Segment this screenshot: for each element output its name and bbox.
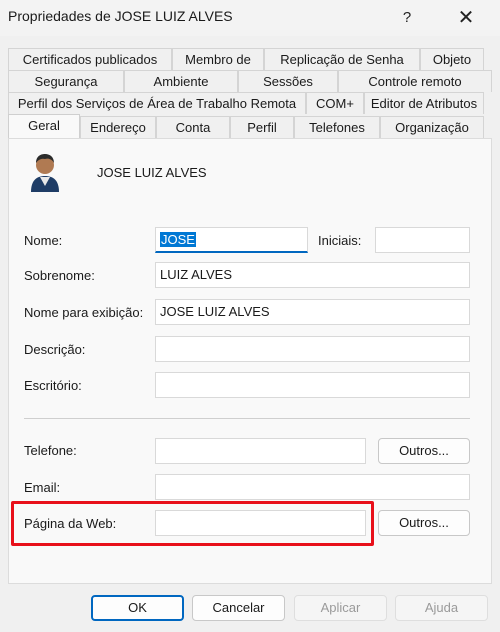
close-icon[interactable]: ✕ xyxy=(443,0,489,36)
tab-perfil[interactable]: Perfil xyxy=(230,116,294,138)
tab-objeto[interactable]: Objeto xyxy=(420,48,484,70)
ok-button[interactable]: OK xyxy=(91,595,184,621)
window-title: Propriedades de JOSE LUIZ ALVES xyxy=(8,8,233,24)
last-name-label: Sobrenome: xyxy=(24,268,95,283)
first-name-selected-text: JOSE xyxy=(160,232,196,247)
tab-endereco[interactable]: Endereço xyxy=(80,116,156,138)
web-page-other-button[interactable]: Outros... xyxy=(378,510,470,536)
tab-perfil-servicos-area-trabalho-remota[interactable]: Perfil dos Serviços de Área de Trabalho … xyxy=(8,92,306,114)
apply-button[interactable]: Aplicar xyxy=(294,595,387,621)
help-icon[interactable]: ? xyxy=(384,0,430,36)
tab-telefones[interactable]: Telefones xyxy=(294,116,380,138)
tab-com-plus[interactable]: COM+ xyxy=(306,92,364,114)
first-name-label: Nome: xyxy=(24,233,63,248)
office-label: Escritório: xyxy=(24,378,82,393)
cancel-button[interactable]: Cancelar xyxy=(192,595,285,621)
tab-ambiente[interactable]: Ambiente xyxy=(124,70,238,92)
phone-input[interactable] xyxy=(155,438,366,464)
title-bar: Propriedades de JOSE LUIZ ALVES ? ✕ xyxy=(0,0,500,36)
section-separator xyxy=(24,418,470,419)
web-page-highlight-box xyxy=(11,501,374,546)
initials-input[interactable] xyxy=(375,227,470,253)
tab-certificados-publicados[interactable]: Certificados publicados xyxy=(8,48,172,70)
tab-sessoes[interactable]: Sessões xyxy=(238,70,338,92)
last-name-input[interactable]: LUIZ ALVES xyxy=(155,262,470,288)
description-input[interactable] xyxy=(155,336,470,362)
display-name-input[interactable]: JOSE LUIZ ALVES xyxy=(155,299,470,325)
office-input[interactable] xyxy=(155,372,470,398)
phone-label: Telefone: xyxy=(24,443,77,458)
tab-replicacao-de-senha[interactable]: Replicação de Senha xyxy=(264,48,420,70)
tab-editor-de-atributos[interactable]: Editor de Atributos xyxy=(364,92,484,114)
display-name-label: Nome para exibição: xyxy=(24,305,144,320)
email-label: Email: xyxy=(24,480,61,495)
phone-other-button[interactable]: Outros... xyxy=(378,438,470,464)
description-label: Descrição: xyxy=(24,342,86,357)
first-name-input[interactable]: JOSE xyxy=(155,227,308,253)
tab-conta[interactable]: Conta xyxy=(156,116,230,138)
tab-geral[interactable]: Geral xyxy=(8,114,80,138)
initials-label: Iniciais: xyxy=(318,233,362,248)
email-input[interactable] xyxy=(155,474,470,500)
help-button[interactable]: Ajuda xyxy=(395,595,488,621)
user-avatar-icon xyxy=(31,154,59,192)
tab-organizacao[interactable]: Organização xyxy=(380,116,484,138)
user-display-name: JOSE LUIZ ALVES xyxy=(97,165,207,180)
tab-seguranca[interactable]: Segurança xyxy=(8,70,124,92)
tab-controle-remoto[interactable]: Controle remoto xyxy=(338,70,492,92)
tab-membro-de[interactable]: Membro de xyxy=(172,48,264,70)
